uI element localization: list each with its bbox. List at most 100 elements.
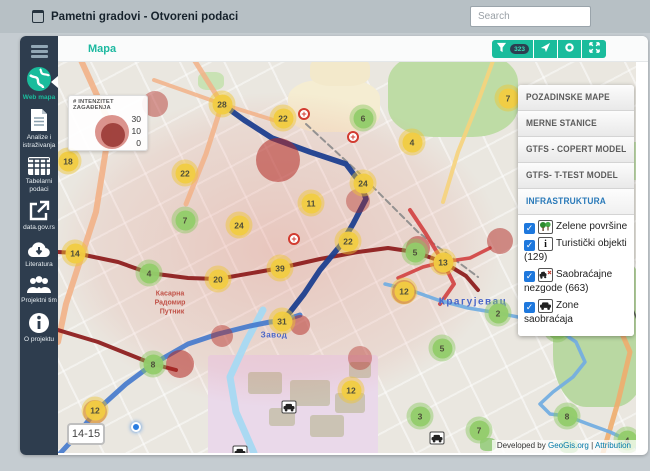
cluster-marker-yellow[interactable]: 22: [270, 105, 297, 132]
layer-item[interactable]: ✓Saobraćajne nezgode (663): [524, 268, 630, 297]
cluster-marker-green[interactable]: 5: [429, 335, 456, 362]
sidebar-item-label: Literatura: [21, 261, 57, 269]
sidebar-item-tabelarni-podaci[interactable]: Tabelarni podaci: [20, 152, 58, 196]
geogis-link[interactable]: GeoGis.org: [548, 441, 589, 450]
cluster-marker-yellow[interactable]: 12: [82, 397, 109, 424]
cluster-count: 22: [338, 231, 358, 251]
layer-item[interactable]: ✓Zone saobraćaja: [524, 299, 630, 328]
layer-checkbox[interactable]: ✓: [524, 240, 535, 251]
menu-toggle-button[interactable]: [31, 45, 48, 58]
cluster-marker-yellow[interactable]: 24: [350, 170, 377, 197]
cluster-count: 22: [273, 108, 293, 128]
place-label: Касарна: [156, 291, 185, 298]
cluster-count: 12: [394, 281, 414, 301]
accordion-section-label: GTFS - COPERT MODEL: [526, 144, 626, 155]
pollution-circle: [487, 228, 513, 254]
sidebar-item-analize[interactable]: Analize i istraživanja: [20, 104, 58, 152]
cluster-marker-yellow[interactable]: 4: [399, 129, 426, 156]
cluster-marker-yellow[interactable]: 14: [62, 240, 89, 267]
cluster-marker-green[interactable]: 3: [407, 403, 434, 430]
map-toolbar: 323: [492, 40, 606, 58]
cluster-count: 18: [58, 151, 78, 171]
fullscreen-button[interactable]: [582, 40, 606, 58]
map-header: Mapa 323: [58, 36, 648, 62]
cluster-marker-green[interactable]: 7: [466, 417, 493, 444]
content-card: Web mapa Analize i istraživanja Tabelarni …: [20, 36, 648, 455]
cluster-marker-yellow[interactable]: 39: [267, 255, 294, 282]
globe-button[interactable]: [558, 40, 582, 58]
sidebar-item-o-projektu[interactable]: O projektu: [20, 308, 58, 347]
traffic-zone-marker[interactable]: [282, 401, 297, 414]
traffic-zone-marker[interactable]: [430, 432, 445, 445]
cluster-marker-yellow[interactable]: 22: [172, 160, 199, 187]
sidebar-item-projektni-tim[interactable]: Projektni tim: [20, 271, 58, 308]
trees-icon: [538, 220, 553, 234]
medical-marker[interactable]: +: [288, 233, 300, 245]
cluster-marker-yellow[interactable]: 12: [338, 377, 365, 404]
locate-button[interactable]: [534, 40, 558, 58]
sidebar-nav: Web mapa Analize i istraživanja Tabelarni …: [20, 62, 58, 347]
sidebar-item-data-gov-rs[interactable]: data.gov.rs: [20, 196, 58, 235]
place-label: Радомир: [155, 300, 186, 307]
traffic-zone-marker[interactable]: [233, 446, 248, 454]
medical-marker[interactable]: +: [347, 131, 359, 143]
cluster-marker-yellow[interactable]: 22: [335, 228, 362, 255]
cluster-marker-green[interactable]: 6: [350, 105, 377, 132]
cluster-count: 11: [301, 193, 321, 213]
time-range-control[interactable]: 14-15: [67, 423, 105, 445]
cluster-marker-yellow[interactable]: 31: [269, 308, 296, 335]
pollution-circle: [348, 346, 372, 370]
accordion-section-pozadinske-mape[interactable]: POZADINSKE MAPE: [518, 85, 634, 111]
medical-marker[interactable]: +: [298, 108, 310, 120]
cluster-marker-green[interactable]: 8: [140, 351, 167, 378]
cluster-marker-yellow[interactable]: 12: [391, 278, 418, 305]
sidebar-item-label: Analize i istraživanja: [21, 134, 57, 149]
cluster-count: 2: [488, 303, 508, 323]
search-input[interactable]: [470, 6, 591, 27]
sidebar-item-web-mapa[interactable]: Web mapa: [20, 62, 58, 105]
attribution-link[interactable]: Attribution: [595, 441, 631, 450]
cluster-count: 7: [175, 210, 195, 230]
pollution-legend: # INTENZITET ZAGAĐENJA 30100: [68, 95, 148, 151]
cluster-marker-yellow[interactable]: 28: [209, 91, 236, 118]
layer-checkbox-list: ✓ Zelene površine ✓iTuristički objekti (12…: [518, 215, 634, 336]
filter-icon: [496, 40, 507, 58]
layers-accordion: POZADINSKE MAPE MERNE STANICE GTFS - COPER…: [518, 85, 634, 215]
accordion-section-gtfs-copert-model[interactable]: GTFS - COPERT MODEL: [518, 137, 634, 163]
arrow-icon: [540, 40, 551, 58]
cluster-marker-yellow[interactable]: 24: [226, 212, 253, 239]
map-canvas[interactable]: КрагујевацЗаводКасарнаРадомирПутник 2822…: [58, 62, 636, 453]
legend-circle-inner: [101, 123, 125, 147]
cluster-marker-green[interactable]: 8: [554, 403, 581, 430]
current-location-dot: [131, 422, 141, 432]
accordion-section-label: MERNE STANICE: [526, 118, 597, 129]
accordion-section-gtfs-t-test-model[interactable]: GTFS- T-TEST MODEL: [518, 163, 634, 189]
cluster-count: 14: [65, 243, 85, 263]
cluster-marker-green[interactable]: 5: [402, 239, 429, 266]
filter-button[interactable]: 323: [492, 40, 534, 58]
team-icon: [21, 275, 57, 295]
sidebar-item-literatura[interactable]: Literatura: [20, 235, 58, 272]
cluster-count: 8: [557, 406, 577, 426]
accordion-section-infrastruktura[interactable]: INFRASTRUKTURA: [518, 189, 634, 215]
cluster-marker-green[interactable]: 7: [172, 207, 199, 234]
sidebar: Web mapa Analize i istraživanja Tabelarni …: [20, 36, 58, 455]
layer-item[interactable]: ✓ Zelene površine: [524, 220, 630, 235]
cluster-marker-yellow[interactable]: 11: [298, 190, 325, 217]
cluster-count: 12: [341, 380, 361, 400]
layer-checkbox[interactable]: ✓: [524, 302, 535, 313]
top-bar: Pametni gradovi - Otvoreni podaci: [0, 0, 650, 33]
cluster-count: 7: [469, 420, 489, 440]
page-title: Pametni gradovi - Otvoreni podaci: [51, 11, 238, 23]
cluster-count: 12: [85, 400, 105, 420]
cluster-count: 5: [405, 242, 425, 262]
layer-checkbox[interactable]: ✓: [524, 223, 535, 234]
cluster-marker-yellow[interactable]: 13: [430, 249, 457, 276]
cluster-marker-yellow[interactable]: 20: [205, 266, 232, 293]
layer-label: Zelene površine: [556, 221, 627, 232]
cluster-marker-green[interactable]: 4: [136, 260, 163, 287]
layer-item[interactable]: ✓iTuristički objekti (129): [524, 237, 630, 266]
layer-checkbox[interactable]: ✓: [524, 271, 535, 282]
cluster-marker-green[interactable]: 2: [485, 300, 512, 327]
accordion-section-merne-stanice[interactable]: MERNE STANICE: [518, 111, 634, 137]
